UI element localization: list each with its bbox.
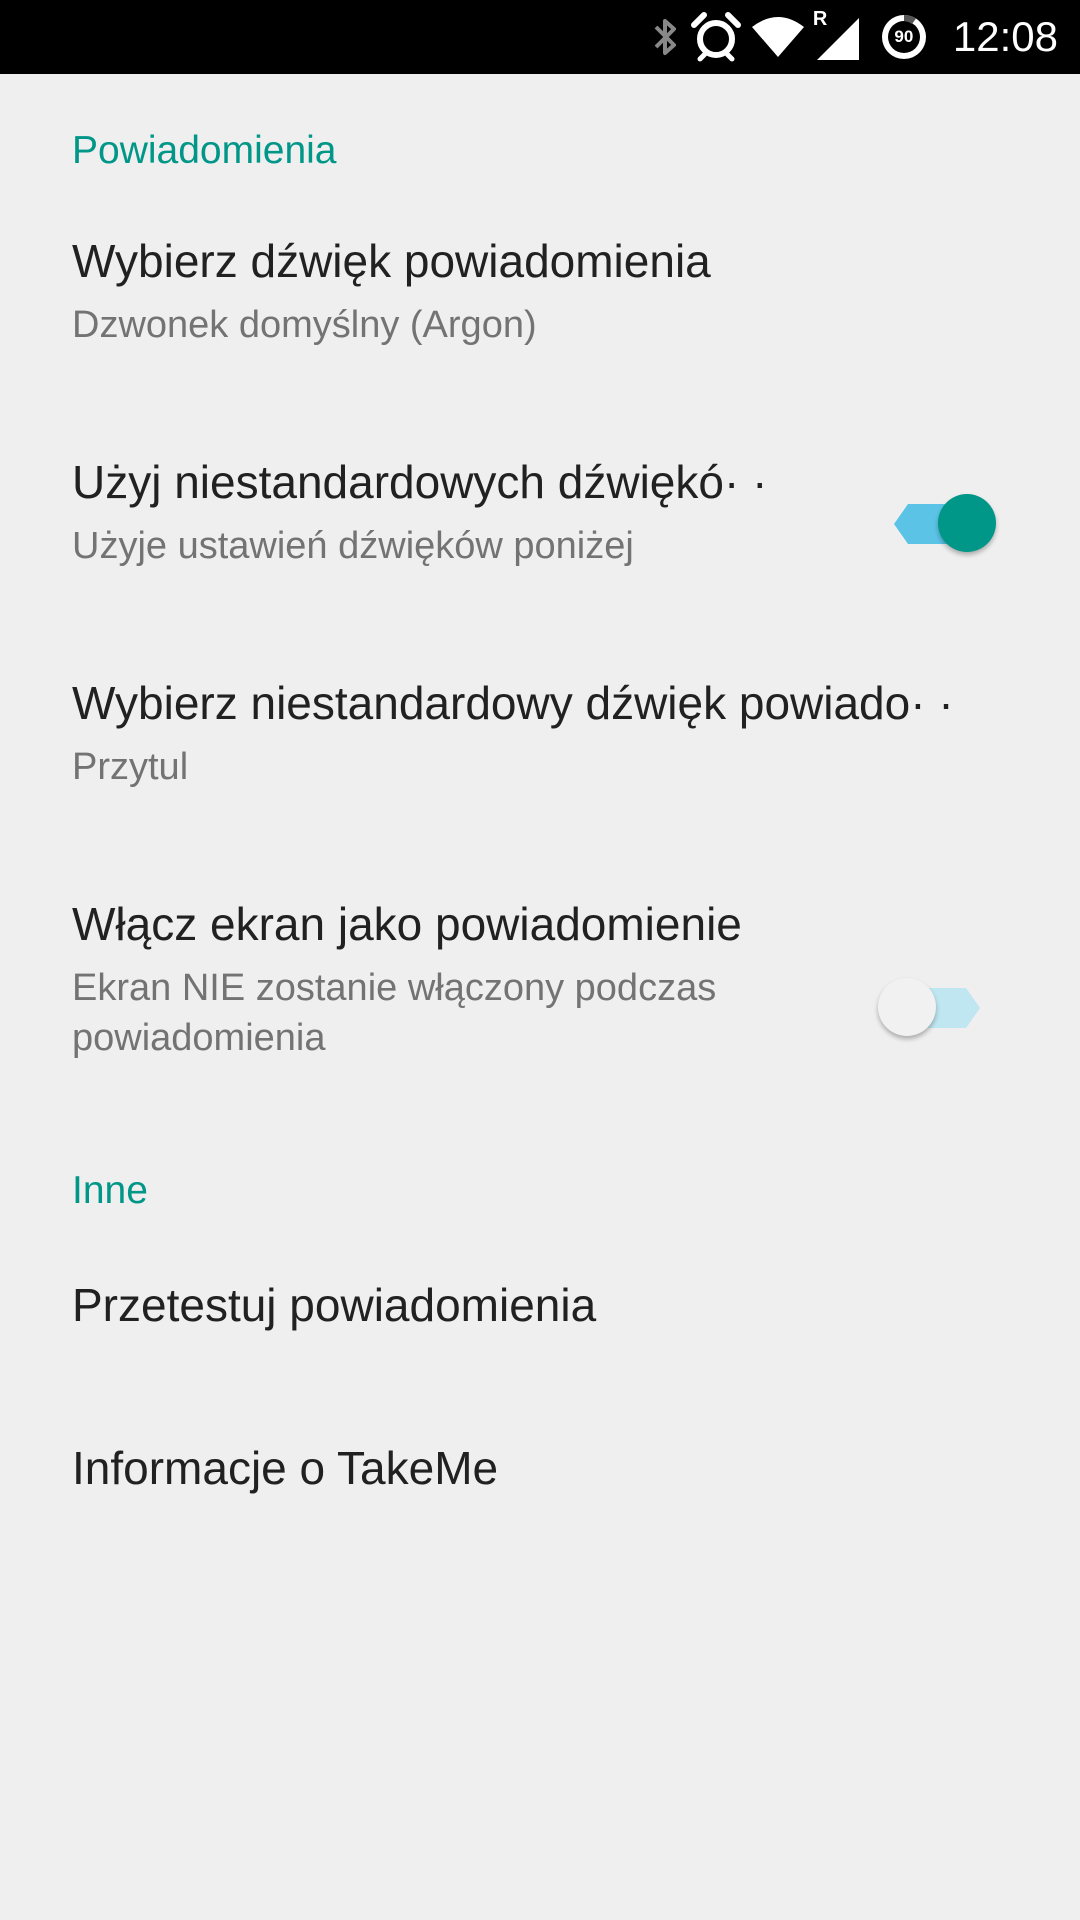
pref-summary: Ekran NIE zostanie włączony podczas powi…: [72, 967, 717, 1059]
pref-title-text: Wybierz niestandardowy dźwięk powiado: [72, 677, 911, 729]
pref-test-notifications[interactable]: Przetestuj powiadomienia: [0, 1254, 1080, 1389]
wifi-icon: [747, 0, 809, 74]
custom-sounds-switch[interactable]: [894, 482, 1004, 554]
pref-summary: Przytul: [72, 746, 189, 788]
battery-icon: 90: [873, 0, 935, 74]
pref-choose-notification-sound[interactable]: Wybierz dźwięk powiadomienia Dzwonek dom…: [0, 224, 1080, 414]
settings-list: Powiadomienia Wybierz dźwięk powiadomien…: [0, 74, 1080, 1920]
screen-on-switch[interactable]: [878, 966, 988, 1038]
pref-summary: Użyje ustawień dźwięków poniżej: [72, 525, 634, 567]
status-icons: R 90 12:08: [645, 0, 1080, 74]
switch-thumb: [878, 978, 936, 1036]
roaming-indicator: R: [812, 8, 828, 30]
pref-title-text: Użyj niestandardowych dźwiękó: [72, 456, 724, 508]
pref-use-custom-sounds[interactable]: Użyj niestandardowych dźwiękó· · Użyje u…: [0, 445, 1080, 635]
truncation-dots: · ·: [723, 456, 768, 508]
signal-icon: R: [809, 0, 867, 74]
switch-thumb: [938, 494, 996, 552]
clock: 12:08: [952, 13, 1058, 60]
truncation-dots: · ·: [910, 677, 954, 729]
pref-title: Włącz ekran jako powiadomienie: [72, 898, 742, 950]
section-header-other: Inne: [72, 1169, 148, 1212]
battery-level: 90: [894, 27, 914, 46]
pref-title: Informacje o TakeMe: [72, 1442, 499, 1494]
pref-title: Wybierz dźwięk powiadomienia: [72, 235, 711, 287]
bluetooth-icon: [645, 0, 685, 74]
pref-about-takeme[interactable]: Informacje o TakeMe: [0, 1417, 1080, 1552]
pref-screen-on-notification[interactable]: Włącz ekran jako powiadomienie Ekran NIE…: [0, 887, 1080, 1127]
alarm-icon: [685, 0, 747, 74]
pref-choose-custom-sound[interactable]: Wybierz niestandardowy dźwięk powiado· ·…: [0, 666, 1080, 856]
pref-title: Przetestuj powiadomienia: [72, 1279, 597, 1331]
section-header-notifications: Powiadomienia: [72, 129, 337, 172]
pref-summary: Dzwonek domyślny (Argon): [72, 304, 537, 346]
status-bar: R 90 12:08: [0, 0, 1080, 74]
pref-title: Użyj niestandardowych dźwiękó· ·: [72, 455, 767, 509]
pref-title: Wybierz niestandardowy dźwięk powiado· ·: [72, 676, 954, 730]
